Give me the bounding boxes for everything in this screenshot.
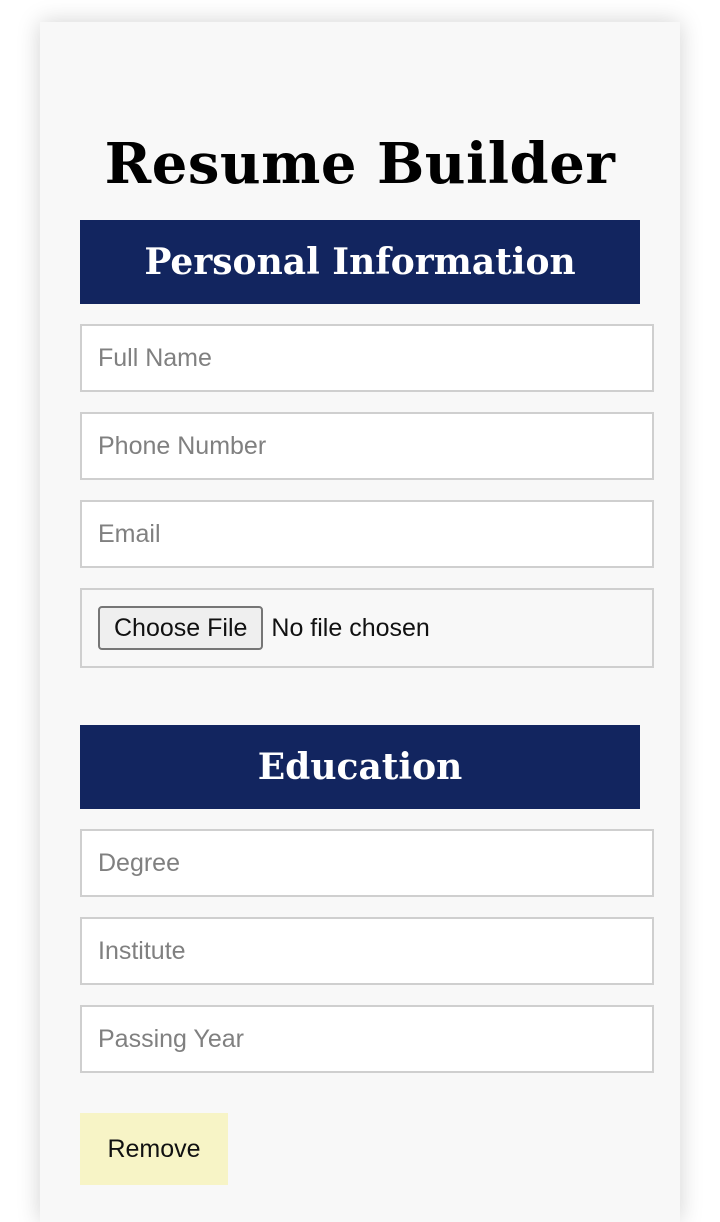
resume-form-card: Resume Builder Personal Information Choo… (40, 22, 680, 1222)
page-title: Resume Builder (104, 131, 616, 197)
choose-file-button[interactable]: Choose File (98, 606, 264, 650)
email-input[interactable] (80, 500, 654, 568)
degree-input[interactable] (80, 829, 654, 897)
phone-number-input[interactable] (80, 412, 654, 480)
full-name-input[interactable] (80, 324, 654, 392)
institute-input[interactable] (80, 917, 654, 985)
personal-information-header: Personal Information (80, 220, 640, 304)
remove-education-button[interactable]: Remove (80, 1113, 228, 1185)
passing-year-input[interactable] (80, 1005, 654, 1073)
education-header: Education (80, 725, 640, 809)
photo-file-field: Choose File No file chosen (80, 588, 654, 668)
file-status-text: No file chosen (271, 613, 430, 642)
